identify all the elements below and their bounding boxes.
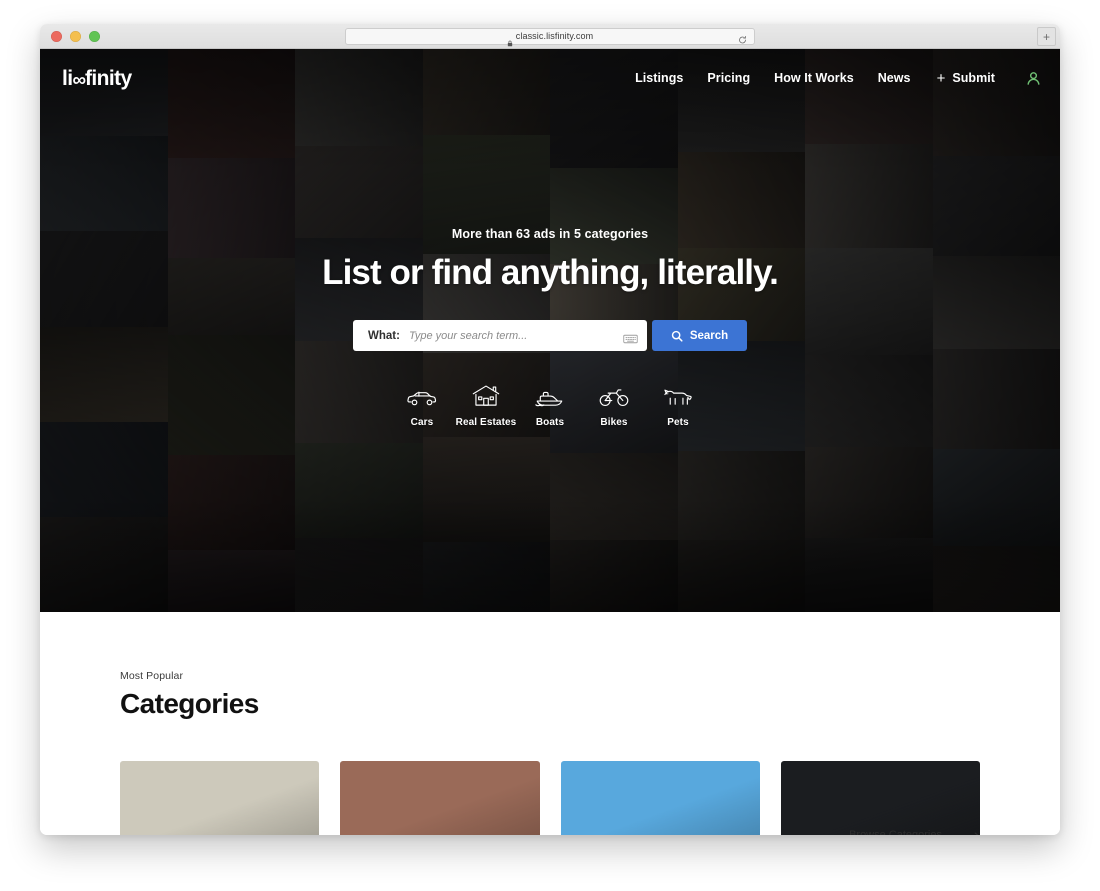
category-shortcut-cars[interactable]: Cars	[390, 381, 454, 428]
zoom-window-button[interactable]	[89, 30, 100, 42]
most-popular-categories-section: Most Popular Categories Browse Categorie…	[40, 612, 1060, 835]
boat-icon	[535, 381, 565, 407]
reload-icon[interactable]	[738, 32, 747, 44]
category-card-4[interactable]	[780, 761, 980, 835]
keyboard-icon[interactable]	[623, 331, 638, 343]
dog-icon	[663, 381, 693, 407]
search-magnifier-icon	[671, 330, 683, 342]
new-tab-button[interactable]: +	[1037, 27, 1056, 46]
category-shortcut-boats[interactable]: Boats	[518, 381, 582, 428]
category-shortcut-label: Bikes	[600, 417, 628, 428]
nav-link-news[interactable]: News	[878, 71, 911, 85]
house-icon	[472, 381, 500, 407]
category-card-2[interactable]	[340, 761, 540, 835]
category-shortcut-pets[interactable]: Pets	[646, 381, 710, 428]
hero-subtitle: More than 63 ads in 5 categories	[451, 227, 649, 241]
logo-prefix: li	[62, 66, 73, 90]
hero-category-shortcuts: Cars Real Estates Boats Bikes Pets	[40, 381, 1060, 428]
category-shortcut-label: Pets	[667, 417, 689, 428]
category-shortcut-label: Real Estates	[455, 417, 517, 428]
lock-icon	[507, 34, 513, 46]
category-shortcut-label: Cars	[410, 417, 434, 428]
nav-link-how-it-works[interactable]: How It Works	[774, 71, 854, 85]
search-what-label: What:	[368, 329, 400, 342]
logo-suffix: finity	[85, 66, 132, 90]
category-card-3[interactable]	[560, 761, 760, 835]
section-title: Categories	[120, 688, 259, 719]
close-window-button[interactable]	[51, 30, 62, 42]
user-account-icon[interactable]	[1025, 70, 1042, 87]
minimize-window-button[interactable]	[70, 30, 81, 42]
site-logo[interactable]: li ∞ finity	[62, 66, 132, 91]
hero-section: li ∞ finity Listings Pricing How It Work…	[40, 49, 1060, 612]
address-bar[interactable]: classic.lisfinity.com	[345, 27, 755, 46]
category-card-1[interactable]	[120, 761, 320, 835]
section-container: Most Popular Categories Browse Categorie…	[120, 670, 980, 835]
submit-ad-button[interactable]: + Submit	[937, 71, 995, 86]
category-shortcut-real-estates[interactable]: Real Estates	[454, 381, 518, 428]
browse-categories-label: Browse Categories	[849, 829, 942, 835]
category-card-grid	[120, 761, 980, 835]
nav-link-pricing[interactable]: Pricing	[707, 71, 750, 85]
infinity-icon: ∞	[72, 69, 86, 91]
nav-link-listings[interactable]: Listings	[635, 71, 683, 85]
car-icon	[407, 381, 437, 407]
category-shortcut-label: Boats	[535, 417, 565, 428]
plus-icon: +	[936, 69, 946, 87]
traffic-lights	[51, 30, 100, 42]
arrow-right-icon	[954, 831, 980, 835]
browser-window: classic.lisfinity.com + li ∞ finity List…	[40, 24, 1060, 835]
search-button[interactable]: Search	[652, 320, 747, 351]
hero-content: More than 63 ads in 5 categories List or…	[40, 227, 1060, 428]
search-input[interactable]	[408, 329, 617, 342]
bicycle-icon	[599, 381, 629, 407]
section-eyebrow: Most Popular	[120, 670, 184, 682]
hero-search-bar: What: Search	[40, 320, 1060, 351]
hero-title: List or find anything, literally.	[322, 253, 779, 292]
navbar-links: Listings Pricing How It Works News	[635, 71, 910, 85]
browser-titlebar: classic.lisfinity.com +	[40, 24, 1060, 49]
search-field-wrapper[interactable]: What:	[353, 320, 647, 351]
site-navbar: li ∞ finity Listings Pricing How It Work…	[40, 49, 1060, 107]
browse-categories-link[interactable]: Browse Categories	[849, 829, 980, 835]
address-bar-url: classic.lisfinity.com	[515, 30, 594, 41]
search-button-label: Search	[689, 329, 729, 342]
category-shortcut-bikes[interactable]: Bikes	[582, 381, 646, 428]
submit-label: Submit	[952, 71, 995, 85]
